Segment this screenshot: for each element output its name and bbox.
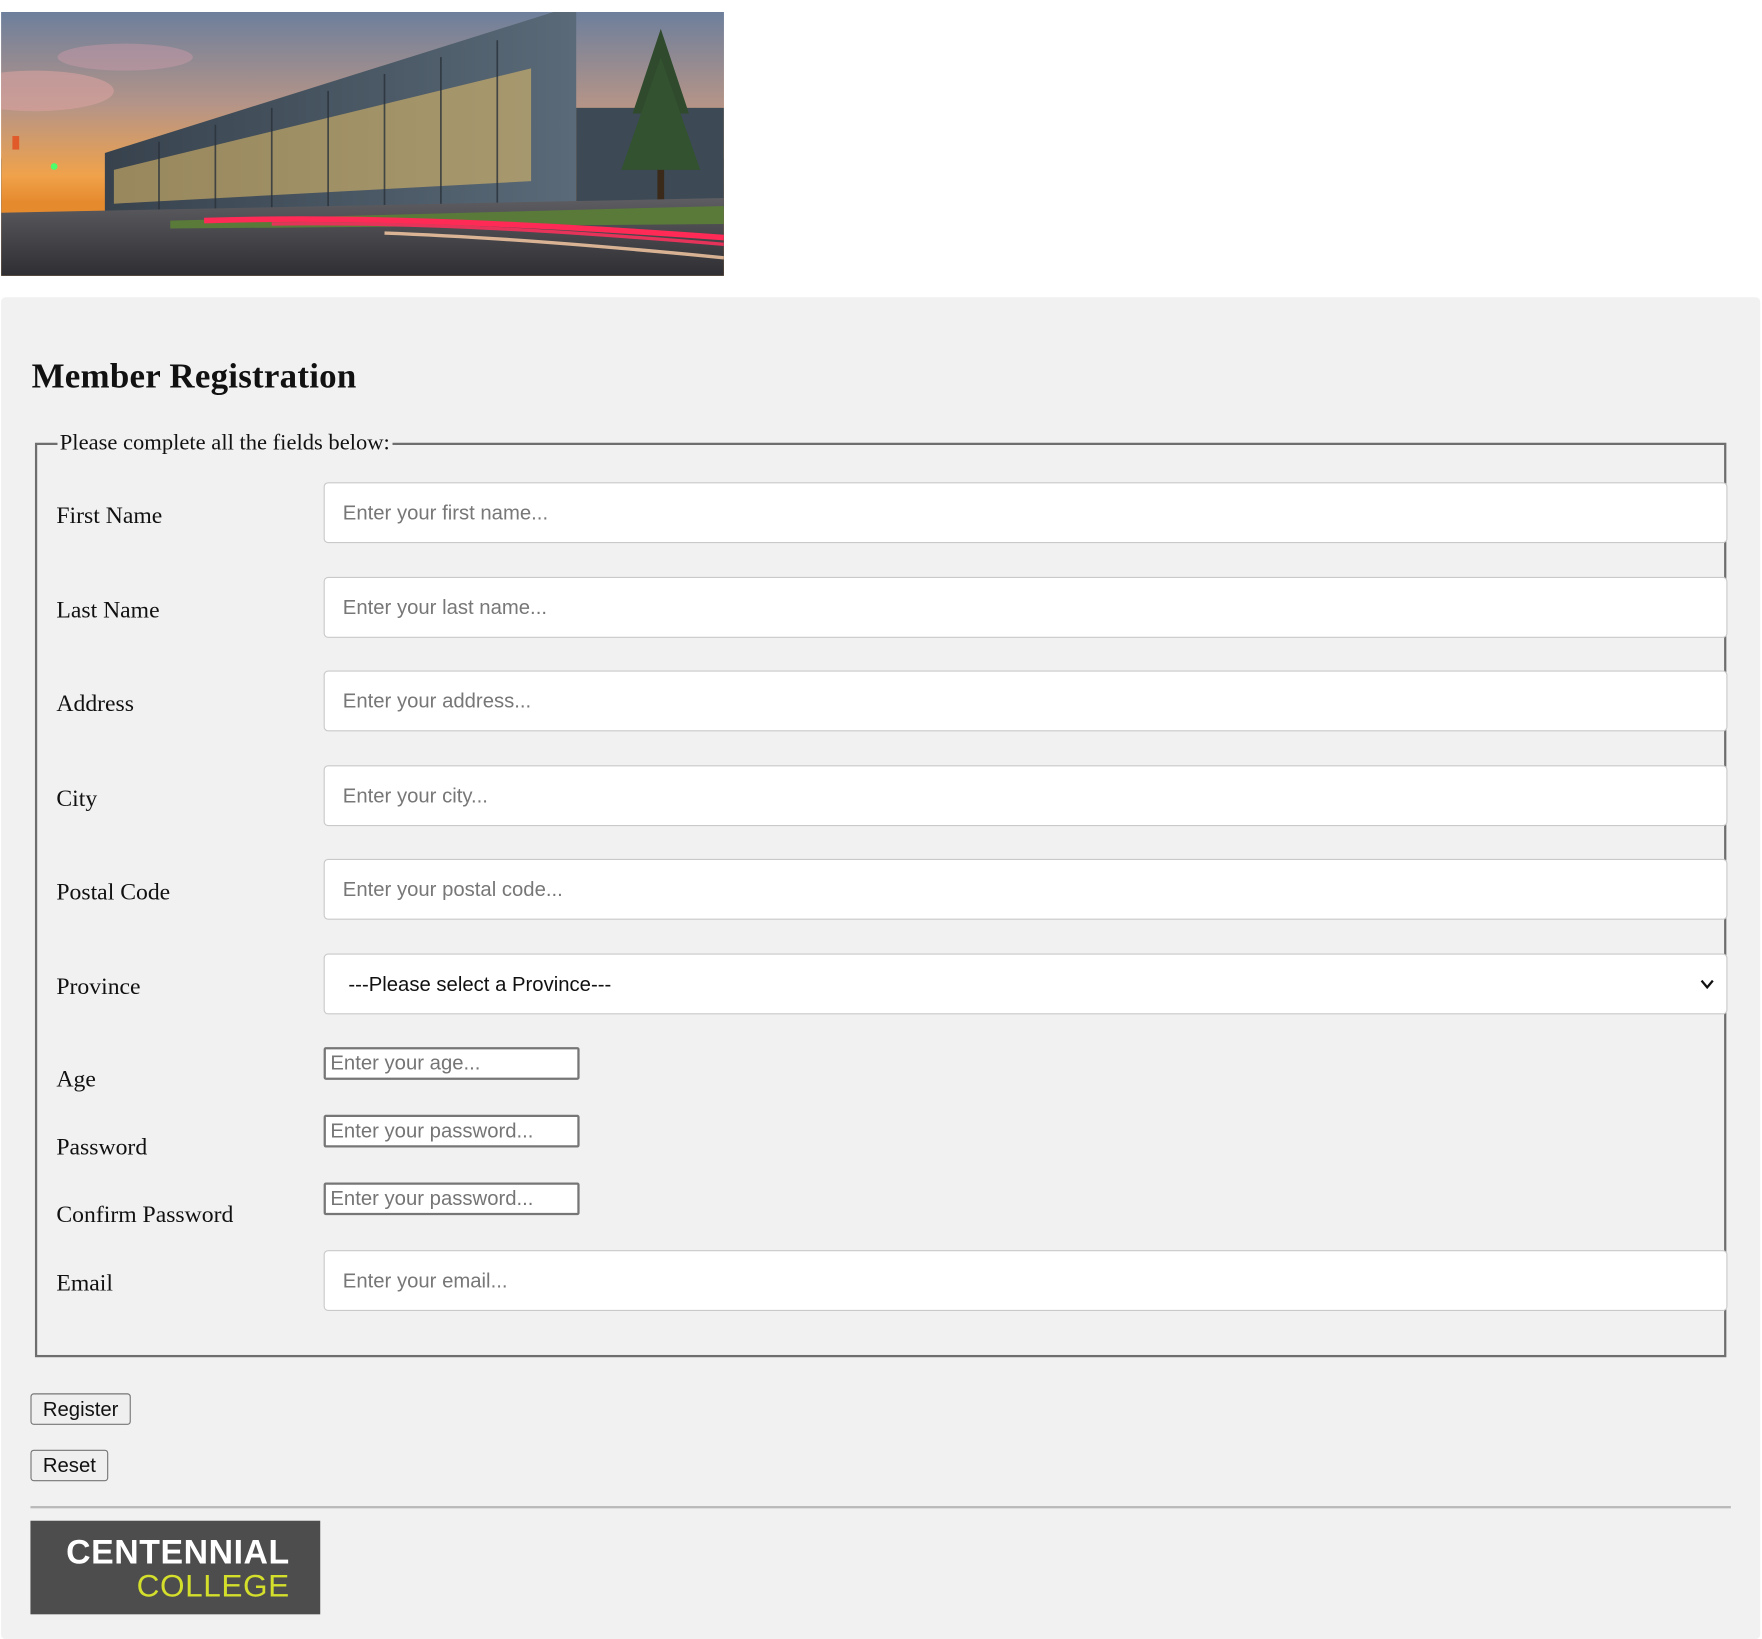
confirm-password-input[interactable] [323,1182,580,1216]
address-label: Address [56,689,134,717]
fieldset-legend: Please complete all the fields below: [59,430,390,456]
age-input[interactable] [323,1047,580,1080]
page-title: Member Registration [31,355,357,396]
first-name-input[interactable] [323,482,1728,544]
postal-code-input[interactable] [323,858,1728,920]
city-input[interactable] [323,765,1728,827]
footer-divider [30,1506,1731,1509]
register-button[interactable]: Register [30,1393,131,1425]
city-label: City [56,784,98,812]
campus-banner-image [1,12,724,276]
province-select-wrap: ---Please select a Province--- [56,953,1728,1015]
confirm-password-label: Confirm Password [56,1200,234,1228]
last-name-input[interactable] [323,576,1728,638]
province-select[interactable]: ---Please select a Province--- [323,953,1728,1015]
age-label: Age [56,1065,96,1093]
first-name-label: First Name [56,501,163,529]
password-input[interactable] [323,1114,580,1148]
reset-button[interactable]: Reset [30,1449,109,1482]
email-input[interactable] [323,1250,1728,1311]
password-label: Password [56,1132,148,1160]
logo-line-1: CENTENNIAL [66,1534,290,1572]
email-label: Email [56,1269,113,1297]
last-name-label: Last Name [56,596,160,624]
centennial-college-logo: CENTENNIAL COLLEGE [30,1520,321,1615]
postal-code-label: Postal Code [56,877,171,906]
logo-line-2: COLLEGE [136,1568,290,1604]
registration-fieldset: Please complete all the fields below: Fi… [34,430,1728,1358]
page: Member Registration Please complete all … [0,12,1761,1639]
address-input[interactable] [323,670,1728,732]
registration-panel: Member Registration Please complete all … [1,297,1761,1639]
